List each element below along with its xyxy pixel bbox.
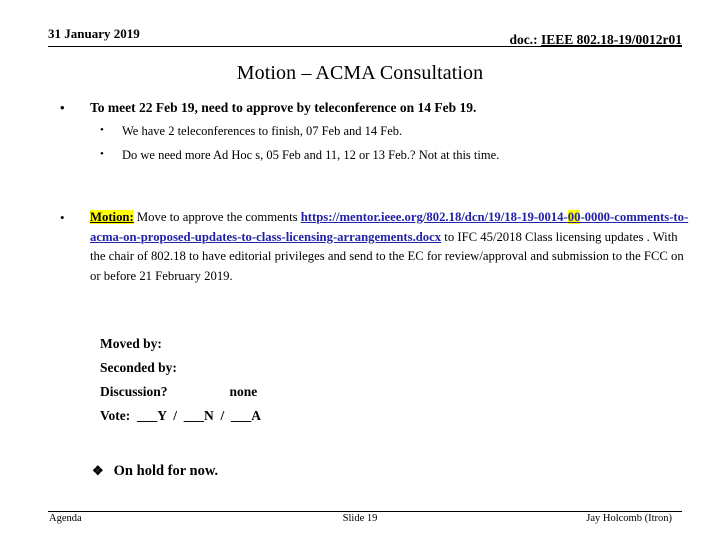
bullet-teleconferences-text: We have 2 teleconferences to finish, 07 … (122, 124, 403, 138)
diamond-bullet-icon: ❖ (92, 463, 104, 478)
header-doc-id: IEEE 802.18-19/0012r01 (540, 32, 682, 47)
bullet-teleconferences: • We have 2 teleconferences to finish, 0… (100, 124, 690, 139)
page-title: Motion – ACMA Consultation (236, 62, 484, 84)
sub-bullet-marker-icon: • (100, 148, 104, 160)
discussion-value: none (229, 384, 258, 399)
moved-by-line: Moved by: (100, 336, 162, 351)
slide-header: 31 January 2019 doc.: IEEE 802.18-19/001… (48, 26, 682, 48)
motion-label: Motion: (90, 210, 134, 224)
slide-canvas: 31 January 2019 doc.: IEEE 802.18-19/001… (0, 0, 720, 540)
bullet-meet-deadline-text: To meet 22 Feb 19, need to approve by te… (90, 100, 477, 115)
bullet-adhoc: • Do we need more Ad Hoc s, 05 Feb and 1… (100, 148, 690, 163)
motion-paragraph: • Motion: Move to approve the comments h… (60, 208, 694, 286)
bullet-adhoc-text: Do we need more Ad Hoc s, 05 Feb and 11,… (122, 148, 500, 162)
bullet-marker-icon: • (60, 210, 65, 225)
discussion-label: Discussion? (100, 384, 168, 399)
discussion-line: Discussion? none (100, 384, 257, 400)
motion-link-revision: 00 (567, 210, 581, 224)
sub-bullet-marker-icon: • (100, 124, 104, 136)
footer-author: Jay Holcomb (Itron) (586, 513, 672, 524)
bullet-meet-deadline: • To meet 22 Feb 19, need to approve by … (60, 100, 694, 116)
vote-tally-line: Vote: ___Y / ___N / ___A (100, 408, 261, 423)
status-on-hold-text: On hold for now. (113, 463, 219, 479)
motion-link-part1: https://mentor.ieee.org/802.18/dcn/19/18… (300, 210, 568, 224)
seconded-by-line: Seconded by: (100, 360, 177, 375)
header-date: 31 January 2019 (48, 26, 140, 41)
header-doc-prefix: doc.: (509, 32, 541, 47)
footer-divider (48, 511, 682, 512)
header-divider (48, 46, 682, 47)
status-on-hold: ❖ On hold for now. (92, 463, 218, 480)
motion-text: Motion: Move to approve the comments htt… (90, 208, 694, 286)
motion-intro: Move to approve the comments (133, 210, 301, 224)
bullet-marker-icon: • (60, 100, 65, 115)
